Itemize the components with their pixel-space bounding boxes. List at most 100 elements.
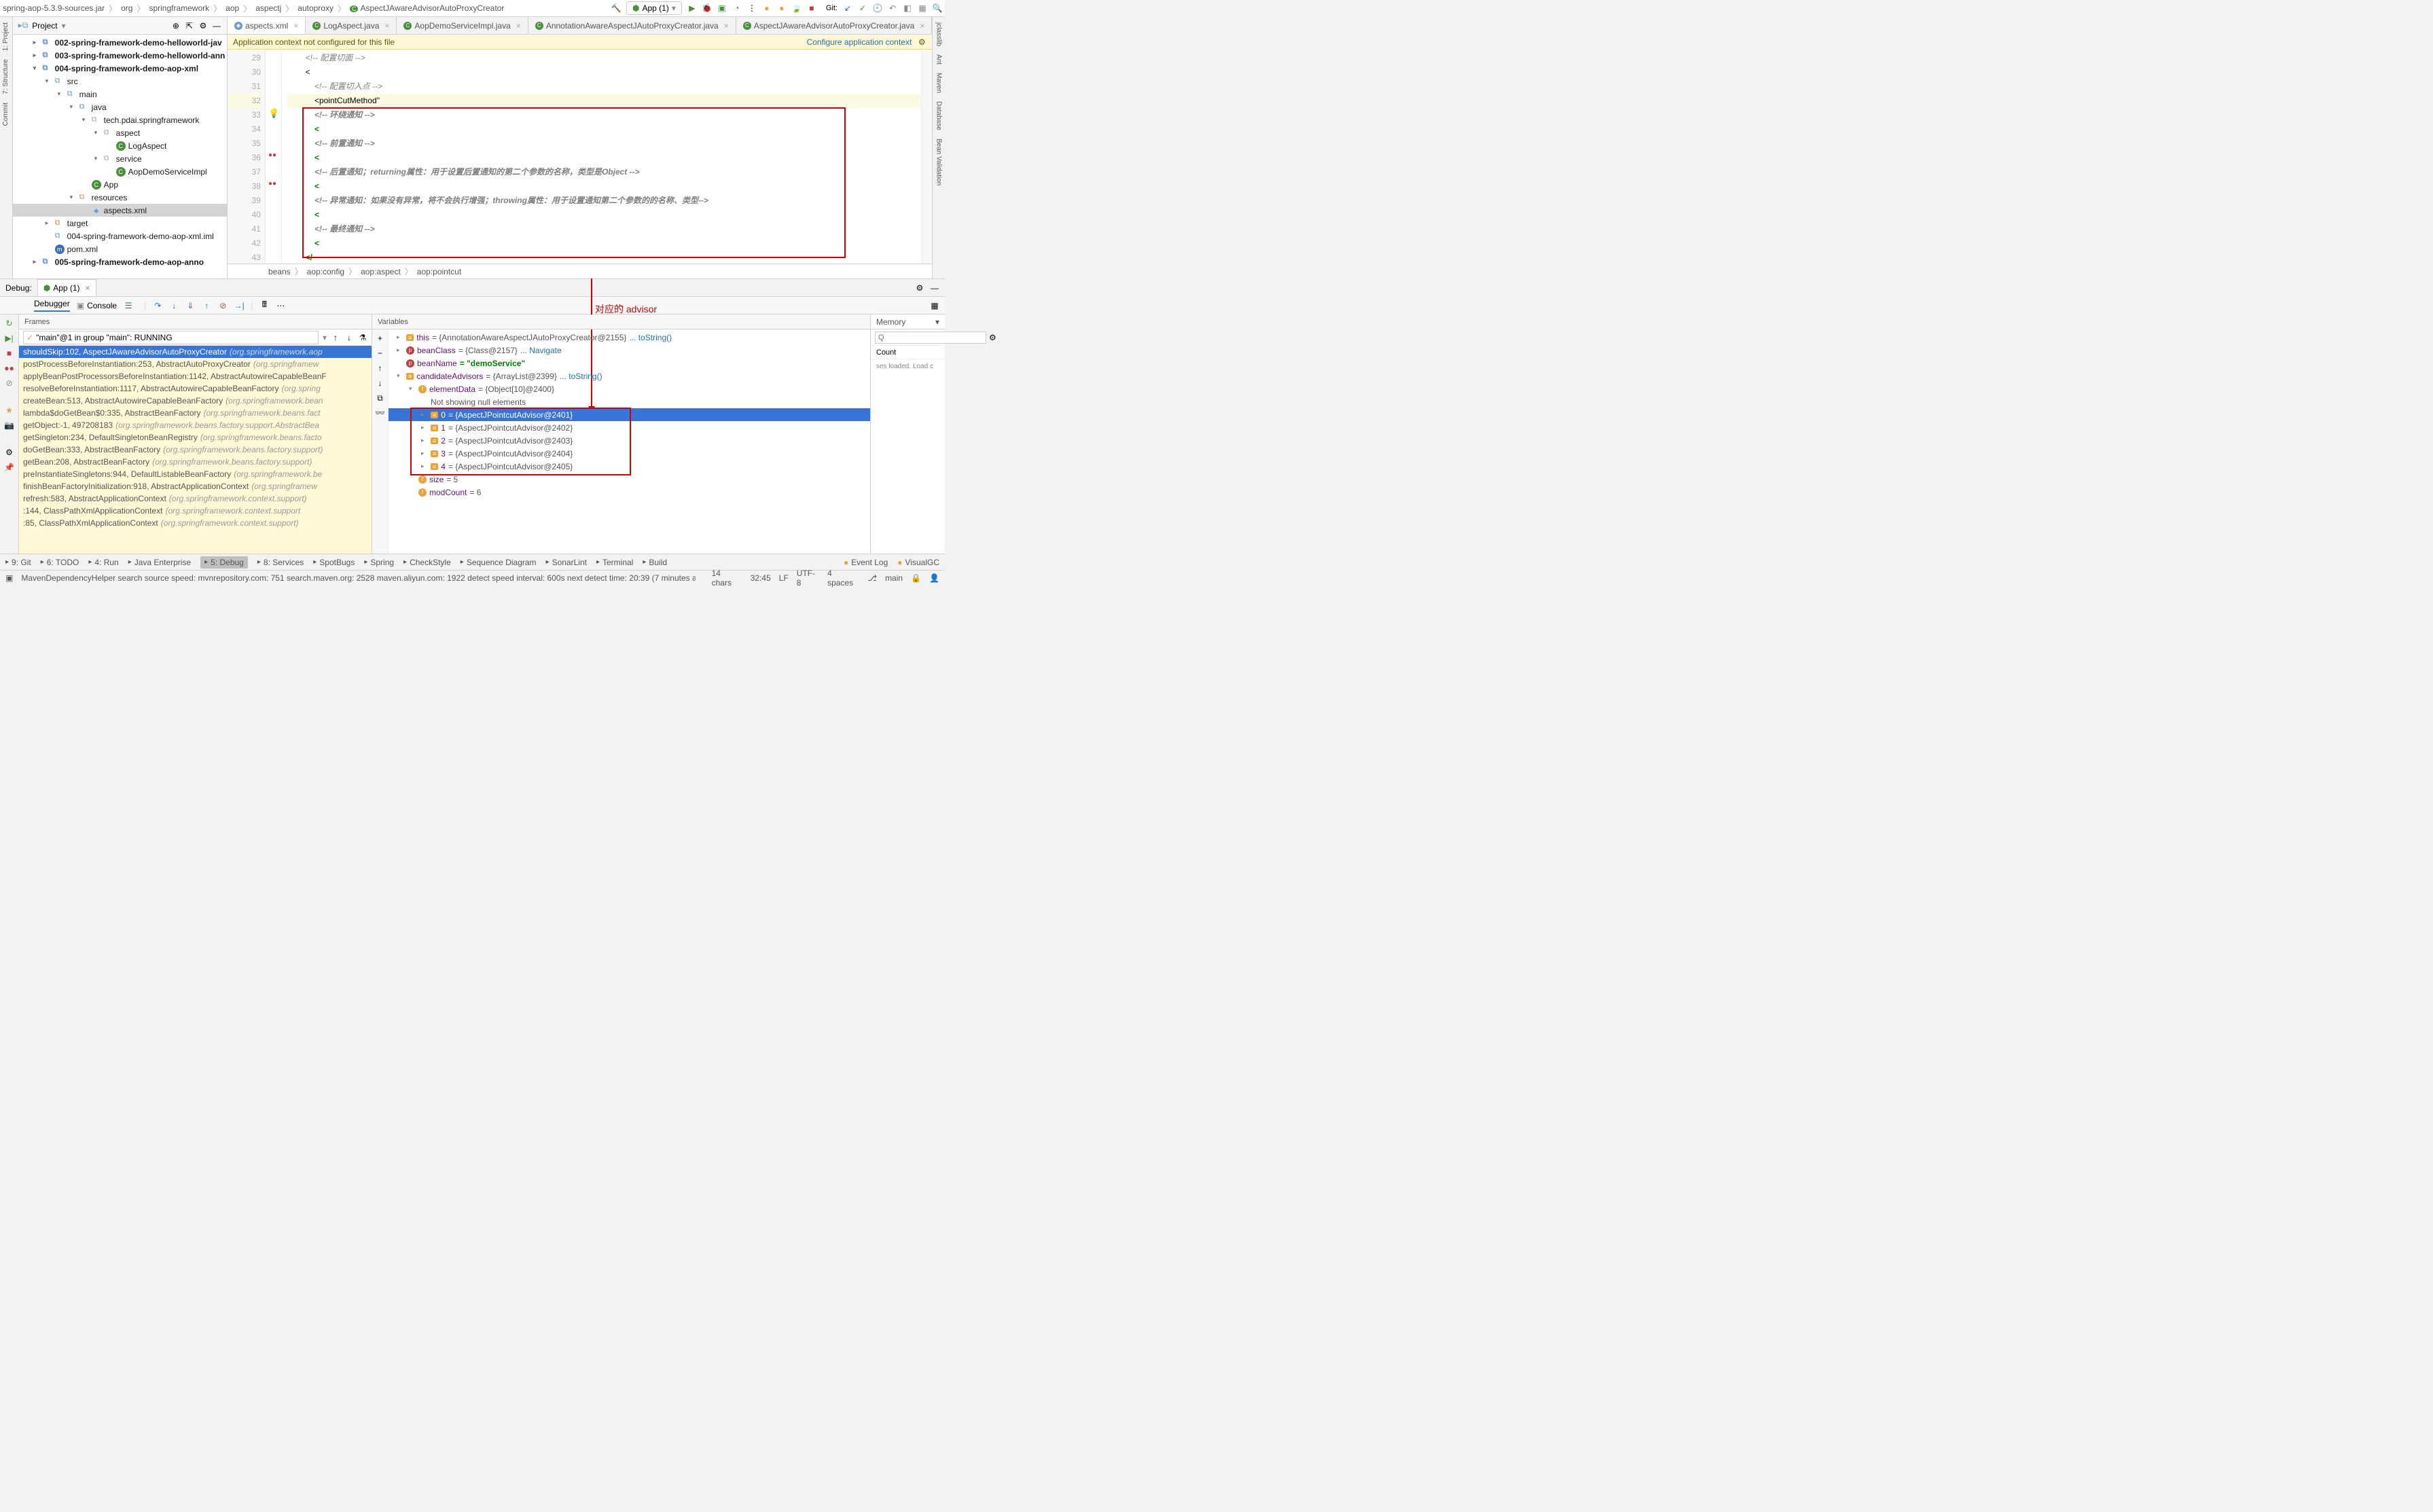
stack-frame[interactable]: getSingleton:234, DefaultSingletonBeanRe…	[19, 431, 372, 444]
stack-frame[interactable]: doGetBean:333, AbstractBeanFactory(org.s…	[19, 444, 372, 456]
filter-icon[interactable]: ⚗	[358, 333, 367, 342]
tree-item[interactable]: ▸⧉002-spring-framework-demo-helloworld-j…	[13, 36, 227, 49]
stack-frame[interactable]: getObject:-1, 497208183(org.springframew…	[19, 419, 372, 431]
tree-item[interactable]: CAopDemoServiceImpl	[13, 165, 227, 178]
tool-window-button[interactable]: ▸CheckStyle	[403, 558, 451, 567]
step-over-icon[interactable]: ↷	[153, 301, 162, 310]
tool-window-tab[interactable]: Database	[935, 101, 943, 130]
threads-icon[interactable]: ☰	[124, 301, 133, 310]
run-config-selector[interactable]: ⬢ App (1) ▾	[626, 1, 682, 15]
run-icon[interactable]: ▶	[687, 3, 697, 13]
tree-item[interactable]: ▸⧉005-spring-framework-demo-aop-anno	[13, 255, 227, 268]
tool-window-tab[interactable]: 1: Project	[2, 22, 10, 51]
editor-scrollbar[interactable]	[921, 50, 932, 264]
breakpoint-marker[interactable]: ●●	[268, 180, 276, 187]
configure-context-link[interactable]: Configure application context	[807, 37, 912, 47]
tool-window-button[interactable]: ▸6: TODO	[41, 558, 79, 567]
memory-search[interactable]	[875, 331, 986, 344]
hide-icon[interactable]: —	[930, 283, 939, 293]
console-tab[interactable]: ▣Console	[77, 301, 117, 310]
stack-frame[interactable]: postProcessBeforeInstantiation:253, Abst…	[19, 358, 372, 370]
variable-row[interactable]: ▸p beanClass = {Class@2157} ... Navigate	[389, 344, 870, 357]
next-frame-icon[interactable]: ↓	[344, 333, 354, 342]
vcs-revert-icon[interactable]: ↶	[888, 3, 897, 13]
variable-row[interactable]: ▸≡ this = {AnnotationAwareAspectJAutoPro…	[389, 331, 870, 344]
stop-icon[interactable]: ■	[5, 348, 14, 358]
editor-tab[interactable]: ◆ aspects.xml×	[228, 17, 306, 34]
variable-row[interactable]: ▸≡ 1 = {AspectJPointcutAdvisor@2402}	[389, 421, 870, 434]
tree-item[interactable]: ▾⧉main	[13, 88, 227, 101]
tool-window-tab[interactable]: jclasslib	[935, 22, 943, 46]
tool-window-button[interactable]: ▸Sequence Diagram	[461, 558, 537, 567]
tool-window-tab[interactable]: Commit	[2, 103, 10, 126]
search-icon[interactable]: 🔍	[933, 3, 942, 13]
stack-frame[interactable]: resolveBeforeInstantiation:1117, Abstrac…	[19, 382, 372, 395]
favorites-icon[interactable]: ★	[5, 406, 14, 415]
variable-row[interactable]: f size = 5	[389, 473, 870, 486]
stack-frame[interactable]: finishBeanFactoryInitialization:918, Abs…	[19, 480, 372, 492]
locate-icon[interactable]: ⊕	[171, 21, 181, 31]
editor-tab[interactable]: C AopDemoServiceImpl.java×	[397, 17, 528, 34]
tree-item[interactable]: ▾⧉service	[13, 152, 227, 165]
tree-item[interactable]: ⧉004-spring-framework-demo-aop-xml.iml	[13, 230, 227, 242]
hammer-icon[interactable]: 🔨	[611, 3, 621, 13]
xrebel-icon[interactable]: ◧	[903, 3, 912, 13]
project-tree[interactable]: ▸⧉002-spring-framework-demo-helloworld-j…	[13, 35, 227, 278]
drop-frame-icon[interactable]: ⊘	[218, 301, 228, 310]
variables-list[interactable]: ▸≡ this = {AnnotationAwareAspectJAutoPro…	[389, 329, 870, 554]
tree-item[interactable]: ▾⧉004-spring-framework-demo-aop-xml	[13, 62, 227, 75]
tool-window-tab[interactable]: Bean Validation	[935, 139, 943, 185]
tool-window-button[interactable]: ▸Terminal	[596, 558, 633, 567]
up-icon[interactable]: ↑	[376, 363, 385, 373]
tool-window-button[interactable]: ▸Java Enterprise	[128, 558, 191, 567]
breadcrumb-item[interactable]: springframework	[149, 3, 209, 13]
editor-tabs[interactable]: ◆ aspects.xml× C LogAspect.java× C AopDe…	[228, 17, 932, 35]
dots-icon[interactable]: ⋮	[747, 3, 757, 13]
variable-row[interactable]: ▾f elementData = {Object[10]@2400}	[389, 382, 870, 395]
tree-item[interactable]: ▾⧉resources	[13, 191, 227, 204]
hide-icon[interactable]: —	[212, 21, 221, 31]
pin-icon[interactable]: 📌	[5, 463, 14, 472]
stack-frame[interactable]: :144, ClassPathXmlApplicationContext(org…	[19, 505, 372, 517]
lock-icon[interactable]: 🔒	[911, 573, 921, 583]
gear-icon[interactable]: ⚙	[198, 21, 208, 31]
status-position[interactable]: 32:45	[751, 573, 771, 583]
resume-icon[interactable]: ▶|	[5, 334, 14, 343]
tree-item[interactable]: ▸⧉003-spring-framework-demo-helloworld-a…	[13, 49, 227, 62]
gear-icon[interactable]: ⚙	[989, 333, 996, 342]
stack-frame[interactable]: shouldSkip:102, AspectJAwareAdvisorAutoP…	[19, 346, 372, 358]
collapse-icon[interactable]: ⇱	[185, 21, 194, 31]
tool-window-button[interactable]: ▸Spring	[364, 558, 394, 567]
code-editor[interactable]: 293031323334353637383940414243 💡 ●● ●● <…	[228, 50, 932, 264]
tree-item[interactable]: CLogAspect	[13, 139, 227, 152]
orange1-icon[interactable]: ●	[762, 3, 772, 13]
stack-frame[interactable]: applyBeanPostProcessorsBeforeInstantiati…	[19, 370, 372, 382]
camera-icon[interactable]: 📷	[5, 420, 14, 430]
status-indent[interactable]: 4 spaces	[827, 569, 859, 588]
editor-tab[interactable]: C AspectJAwareAdvisorAutoProxyCreator.ja…	[736, 17, 933, 34]
prev-frame-icon[interactable]: ↑	[331, 333, 340, 342]
tool-window-button[interactable]: ▸5: Debug	[200, 556, 248, 569]
tool-window-tab[interactable]: Ant	[935, 54, 943, 65]
tree-item[interactable]: mpom.xml	[13, 242, 227, 255]
copy-icon[interactable]: ⧉	[376, 393, 385, 403]
vcs-history-icon[interactable]: 🕘	[873, 3, 882, 13]
tool-window-button[interactable]: ▸8: Services	[257, 558, 304, 567]
tree-item[interactable]: CApp	[13, 178, 227, 191]
editor-tab[interactable]: C AnnotationAwareAspectJAutoProxyCreator…	[528, 17, 736, 34]
debug-icon[interactable]: 🐞	[702, 3, 712, 13]
status-lineending[interactable]: LF	[779, 573, 789, 583]
tool-window-button[interactable]: ▸SonarLint	[546, 558, 587, 567]
leaf-icon[interactable]: 🍃	[792, 3, 801, 13]
debug-run-tab[interactable]: ⬢App (1)×	[37, 279, 96, 296]
tree-item[interactable]: ▾⧉src	[13, 75, 227, 88]
tool-window-button[interactable]: ▸4: Run	[88, 558, 118, 567]
profile-icon[interactable]: ◔	[732, 3, 742, 13]
run-to-cursor-icon[interactable]: →|	[234, 301, 244, 310]
mute-bp-icon[interactable]: ⊘	[5, 378, 14, 388]
glasses-icon[interactable]: 👓	[376, 408, 385, 418]
editor-tab[interactable]: C LogAspect.java×	[306, 17, 397, 34]
crumb-item[interactable]: aop:aspect	[361, 267, 401, 276]
stack-frame[interactable]: createBean:513, AbstractAutowireCapableB…	[19, 395, 372, 407]
variable-row[interactable]: ▸≡ 0 = {AspectJPointcutAdvisor@2401}	[389, 408, 870, 421]
